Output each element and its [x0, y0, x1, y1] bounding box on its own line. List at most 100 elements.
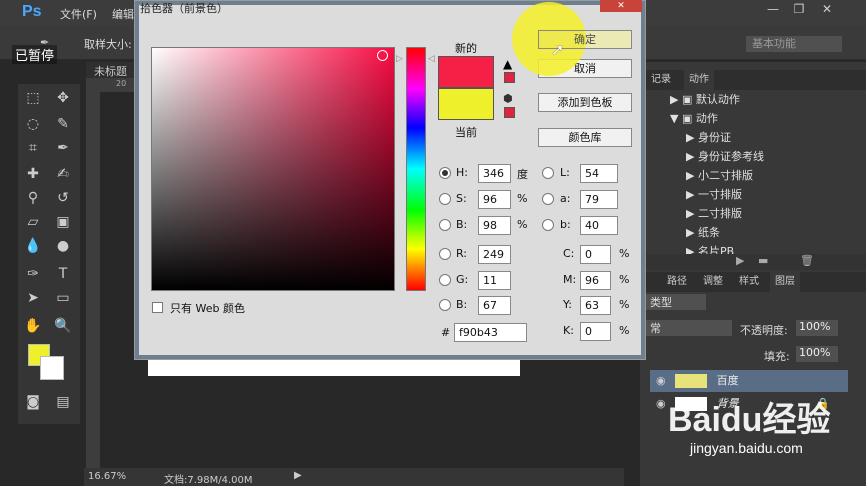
path-select-icon[interactable]: ➤: [22, 288, 44, 308]
color-libraries-button[interactable]: 颜色库: [538, 128, 632, 147]
new-set-icon[interactable]: ▬: [758, 254, 768, 267]
gamut-swatch[interactable]: [504, 72, 515, 83]
layer-row[interactable]: ◉ 百度: [650, 370, 848, 392]
b-radio[interactable]: [439, 219, 451, 231]
action-item[interactable]: ▶ 小二寸排版: [640, 166, 838, 185]
r-label: R:: [456, 247, 468, 260]
m-field[interactable]: 96: [580, 271, 611, 290]
stamp-tool-icon[interactable]: ⚲: [22, 188, 44, 208]
action-item[interactable]: ▶ 身份证: [640, 128, 838, 147]
blue-radio[interactable]: [439, 299, 451, 311]
lab-b-radio[interactable]: [542, 219, 554, 231]
move-tool-icon[interactable]: ✥: [52, 88, 74, 108]
document-tab[interactable]: 未标题: [94, 63, 127, 79]
web-only-checkbox[interactable]: [152, 302, 163, 313]
action-label: 身份证: [697, 131, 731, 144]
hex-field[interactable]: f90b43: [454, 323, 527, 342]
history-brush-icon[interactable]: ↺: [52, 188, 74, 208]
g-field[interactable]: 11: [478, 271, 511, 290]
action-item[interactable]: ▶ 二寸排版: [640, 204, 838, 223]
eyedropper-tool-icon[interactable]: ✒: [52, 138, 74, 158]
zoom-tool-icon[interactable]: 🔍: [52, 316, 74, 336]
screen-mode-icon[interactable]: ▤: [52, 392, 74, 412]
shape-tool-icon[interactable]: ▭: [52, 288, 74, 308]
document-canvas[interactable]: [148, 358, 520, 376]
c-field[interactable]: 0: [580, 245, 611, 264]
dialog-close-icon[interactable]: ✕: [600, 0, 642, 12]
tab-layers[interactable]: 图层: [770, 272, 800, 292]
hue-slider[interactable]: [406, 47, 426, 291]
hue-arrow-left-icon[interactable]: ▷: [396, 54, 403, 64]
tab-history[interactable]: 记录: [646, 70, 676, 90]
hue-arrow-right-icon[interactable]: ◁: [428, 54, 435, 64]
gradient-tool-icon[interactable]: ▣: [52, 212, 74, 232]
l-radio[interactable]: [542, 167, 554, 179]
action-item[interactable]: ▶ 名片PB: [640, 242, 838, 254]
eraser-tool-icon[interactable]: ▱: [22, 212, 44, 232]
marquee-tool-icon[interactable]: ⬚: [22, 88, 44, 108]
add-to-swatches-button[interactable]: 添加到色板: [538, 93, 632, 112]
l-field[interactable]: 54: [580, 164, 618, 183]
r-field[interactable]: 249: [478, 245, 511, 264]
color-cursor[interactable]: [377, 50, 388, 61]
b-field[interactable]: 98: [478, 216, 511, 235]
kind-filter[interactable]: 类型: [646, 294, 706, 310]
k-field[interactable]: 0: [580, 322, 611, 341]
type-tool-icon[interactable]: T: [52, 264, 74, 284]
action-item[interactable]: ▶ 一寸排版: [640, 185, 838, 204]
play-icon[interactable]: ▶: [736, 254, 744, 267]
healing-tool-icon[interactable]: ✚: [22, 164, 44, 184]
saturation-brightness-field[interactable]: [151, 47, 395, 291]
workspace-select[interactable]: 基本功能: [745, 35, 843, 53]
pen-tool-icon[interactable]: ✑: [22, 264, 44, 284]
status-arrow-icon[interactable]: ▶: [294, 470, 302, 481]
a-radio[interactable]: [542, 193, 554, 205]
tab-actions[interactable]: 动作: [684, 70, 714, 90]
a-field[interactable]: 79: [580, 190, 618, 209]
lasso-tool-icon[interactable]: ◌: [22, 114, 44, 134]
s-radio[interactable]: [439, 193, 451, 205]
action-item[interactable]: ▶ 身份证参考线: [640, 147, 838, 166]
tab-styles[interactable]: 样式: [734, 272, 764, 292]
menu-file[interactable]: 文件(F): [60, 6, 97, 22]
sample-size-label: 取样大小:: [84, 38, 132, 51]
quick-mask-icon[interactable]: ◙: [22, 392, 44, 412]
web-safe-cube-icon[interactable]: ⬢: [503, 92, 513, 105]
background-color-swatch[interactable]: [40, 356, 64, 380]
dodge-tool-icon[interactable]: ●: [52, 236, 74, 256]
r-radio[interactable]: [439, 248, 451, 260]
action-set[interactable]: ▼ ▣ 动作: [640, 109, 838, 128]
crop-tool-icon[interactable]: ⌗: [22, 138, 44, 158]
eye-icon[interactable]: ◉: [656, 397, 666, 410]
action-set[interactable]: ▶ ▣ 默认动作: [640, 90, 838, 109]
y-field[interactable]: 63: [580, 296, 611, 315]
s-field[interactable]: 96: [478, 190, 511, 209]
lab-b-field[interactable]: 40: [580, 216, 618, 235]
current-color-swatch[interactable]: [438, 88, 494, 120]
quick-select-icon[interactable]: ✎: [52, 114, 74, 134]
doc-info: 文档:7.98M/4.00M: [164, 475, 253, 486]
menu-edit[interactable]: 编辑: [112, 6, 134, 22]
restore-icon[interactable]: ❐: [790, 2, 808, 18]
tab-adjustments[interactable]: 调整: [698, 272, 728, 292]
blend-mode-select[interactable]: 常: [646, 320, 732, 336]
g-radio[interactable]: [439, 274, 451, 286]
web-safe-swatch[interactable]: [504, 107, 515, 118]
tab-paths[interactable]: 路径: [662, 272, 692, 292]
brush-tool-icon[interactable]: ✍: [52, 164, 74, 184]
gamut-warning-icon[interactable]: ▲: [503, 57, 512, 71]
opacity-field[interactable]: 100%: [796, 320, 838, 336]
layers-tab-bar: 路径 调整 样式 图层: [640, 272, 866, 292]
zoom-level[interactable]: 16.67%: [88, 471, 126, 482]
h-field[interactable]: 346: [478, 164, 511, 183]
fill-field[interactable]: 100%: [796, 346, 838, 362]
close-icon[interactable]: ✕: [818, 2, 836, 18]
minimize-icon[interactable]: —: [764, 2, 782, 18]
action-item[interactable]: ▶ 纸条: [640, 223, 838, 242]
eye-icon[interactable]: ◉: [656, 374, 666, 387]
blue-field[interactable]: 67: [478, 296, 511, 315]
delete-icon[interactable]: 🗑: [800, 254, 814, 267]
h-radio[interactable]: [439, 167, 451, 179]
blur-tool-icon[interactable]: 💧: [22, 236, 44, 256]
hand-tool-icon[interactable]: ✋: [22, 316, 44, 336]
